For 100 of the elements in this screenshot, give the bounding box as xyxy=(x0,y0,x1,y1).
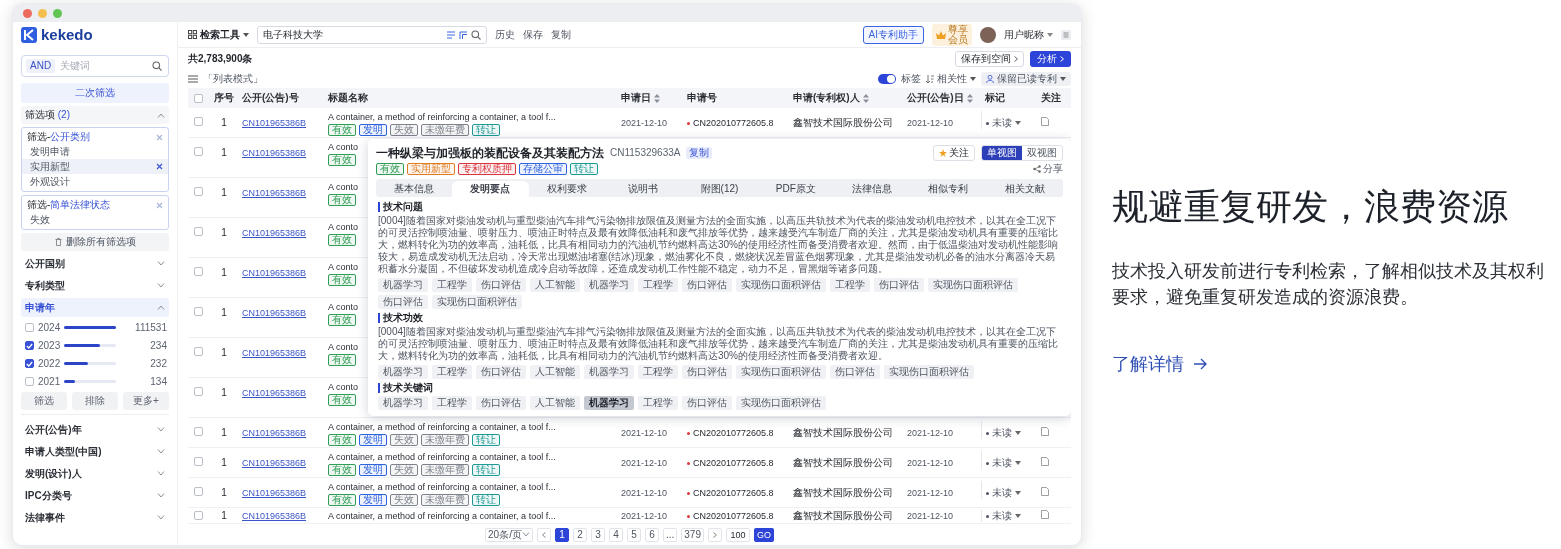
keyword-chip[interactable]: 伤口评估 xyxy=(682,396,732,410)
facet-header[interactable]: 公开国别 xyxy=(21,254,169,273)
view-toggle-option[interactable]: 单视图 xyxy=(982,146,1022,160)
header-link[interactable]: 复制 xyxy=(551,28,571,41)
row-checkbox[interactable] xyxy=(194,267,203,276)
page-button[interactable]: 3 xyxy=(590,527,605,542)
facet-button[interactable]: 更多+ xyxy=(123,392,169,410)
keyword-chip[interactable]: 机器学习 xyxy=(378,365,428,379)
facet-header[interactable]: 发明(设计)人 xyxy=(21,464,169,483)
ai-assistant-button[interactable]: AI专利助手 xyxy=(862,25,924,44)
row-checkbox[interactable] xyxy=(194,487,203,496)
keyword-chip[interactable]: 工程学 xyxy=(830,278,870,292)
keyword-chip[interactable]: 实现伤口面积评估 xyxy=(736,278,826,292)
facet-header[interactable]: IPC分类号 xyxy=(21,486,169,505)
keyword-chip[interactable]: 机器学习 xyxy=(378,396,428,410)
keyword-chip[interactable]: 伤口评估 xyxy=(830,365,880,379)
detail-tab[interactable]: 相关文献 xyxy=(986,181,1063,197)
keyword-chip[interactable]: 工程学 xyxy=(432,365,472,379)
publication-number-link[interactable]: CN101965386B xyxy=(242,428,307,438)
search-tools-menu[interactable]: 检索工具 xyxy=(188,28,249,41)
filter-option[interactable]: 发明申请 xyxy=(22,144,168,159)
keyword-chip[interactable]: 机器学习 xyxy=(584,396,634,410)
user-menu[interactable]: 用户昵称 xyxy=(1004,28,1053,41)
page-button[interactable]: 5 xyxy=(626,527,641,542)
detail-tab[interactable]: 发明要点 xyxy=(452,181,529,197)
tag-toggle[interactable] xyxy=(878,74,896,84)
header-link[interactable]: 保存 xyxy=(523,28,543,41)
facet-header[interactable]: 申请人类型(中国) xyxy=(21,442,169,461)
row-checkbox[interactable] xyxy=(194,427,203,436)
keyword-chip[interactable]: 实现伤口面积评估 xyxy=(432,295,522,309)
column-header[interactable]: 申请日 xyxy=(621,92,660,104)
checkbox[interactable] xyxy=(25,377,34,386)
read-status-select[interactable]: 未读 xyxy=(992,510,1012,522)
row-checkbox[interactable] xyxy=(194,347,203,356)
page-jump-field[interactable]: 100 xyxy=(725,527,750,542)
keyword-chip[interactable]: 机器学习 xyxy=(378,278,428,292)
previous-page-button[interactable] xyxy=(536,527,551,542)
publication-number-link[interactable]: CN101965386B xyxy=(242,228,307,238)
read-status-select[interactable]: 未读 xyxy=(992,117,1012,129)
next-page-button[interactable] xyxy=(707,527,722,542)
header-link[interactable]: 历史 xyxy=(495,28,515,41)
keyword-chip[interactable]: 伤口评估 xyxy=(682,278,732,292)
facet-header[interactable]: 专利类型 xyxy=(21,276,169,295)
copy-tag[interactable]: 复制 xyxy=(686,147,713,159)
avatar[interactable] xyxy=(980,26,996,43)
filter-option[interactable]: 实用新型 xyxy=(22,159,168,174)
page-button[interactable]: 379 xyxy=(681,527,704,542)
page-button[interactable]: 6 xyxy=(644,527,659,542)
keyword-chip[interactable]: 实现伤口面积评估 xyxy=(884,365,974,379)
detail-tab[interactable]: 基本信息 xyxy=(376,181,453,197)
row-checkbox[interactable] xyxy=(194,387,203,396)
refine-button[interactable]: 二次筛选 xyxy=(21,83,169,103)
page-size-select[interactable]: 20条/页 xyxy=(485,527,533,542)
facet-header[interactable]: 公开(公告)年 xyxy=(21,420,169,439)
row-checkbox[interactable] xyxy=(194,227,203,236)
column-header[interactable]: 公开(公告)日 xyxy=(907,92,973,104)
analyze-button[interactable]: 分析 xyxy=(1030,51,1071,67)
keyword-chip[interactable]: 人工智能 xyxy=(530,365,580,379)
filter-option[interactable]: 外观设计 xyxy=(22,174,168,189)
sort-select[interactable]: 相关性 xyxy=(926,73,976,85)
keyword-chip[interactable]: 工程学 xyxy=(638,365,678,379)
row-checkbox[interactable] xyxy=(194,307,203,316)
keyword-chip[interactable]: 实现伤口面积评估 xyxy=(736,365,826,379)
publication-number-link[interactable]: CN101965386B xyxy=(242,148,307,158)
facet-header[interactable]: 申请年 xyxy=(21,298,169,317)
read-status-select[interactable]: 未读 xyxy=(992,427,1012,439)
keyword-chip[interactable]: 伤口评估 xyxy=(378,295,428,309)
keyword-chip[interactable]: 工程学 xyxy=(638,396,678,410)
keyword-chip[interactable]: 实现伤口面积评估 xyxy=(928,278,1018,292)
publication-number-link[interactable]: CN101965386B xyxy=(242,388,307,398)
detail-tab[interactable]: 说明书 xyxy=(605,181,682,197)
keyword-chip[interactable]: 工程学 xyxy=(432,278,472,292)
read-status-select[interactable]: 未读 xyxy=(992,487,1012,499)
publication-number-link[interactable]: CN101965386B xyxy=(242,118,307,128)
row-checkbox[interactable] xyxy=(194,117,203,126)
view-toggle-option[interactable]: 双视图 xyxy=(1022,146,1062,160)
publication-number-link[interactable]: CN101965386B xyxy=(242,348,307,358)
detail-tab[interactable]: PDF原文 xyxy=(757,181,834,197)
keyword-input[interactable]: 关键词 xyxy=(60,60,147,72)
publication-number-link[interactable]: CN101965386B xyxy=(242,488,307,498)
operator-select[interactable]: AND xyxy=(26,59,56,73)
keyword-search-field[interactable]: AND 关键词 xyxy=(21,55,169,77)
keyword-chip[interactable]: 工程学 xyxy=(638,278,678,292)
learn-more-link[interactable]: 了解详情 xyxy=(1112,351,1208,376)
checkbox[interactable] xyxy=(25,359,34,368)
go-button[interactable]: GO xyxy=(753,527,774,542)
detail-tab[interactable]: 权利要求 xyxy=(528,181,605,197)
keyword-chip[interactable]: 伤口评估 xyxy=(682,365,732,379)
read-status-select[interactable]: 未读 xyxy=(992,457,1012,469)
page-button[interactable]: 2 xyxy=(572,527,587,542)
keyword-chip[interactable]: 机器学习 xyxy=(584,278,634,292)
row-checkbox[interactable] xyxy=(194,147,203,156)
window-minimize-button[interactable] xyxy=(38,8,47,18)
row-checkbox[interactable] xyxy=(194,511,203,520)
keyword-chip[interactable]: 伤口评估 xyxy=(874,278,924,292)
publication-number-link[interactable]: CN101965386B xyxy=(242,458,307,468)
publication-number-link[interactable]: CN101965386B xyxy=(242,511,307,521)
checkbox[interactable] xyxy=(25,341,34,350)
page-button[interactable]: 1 xyxy=(554,527,569,542)
window-close-button[interactable] xyxy=(23,8,32,18)
